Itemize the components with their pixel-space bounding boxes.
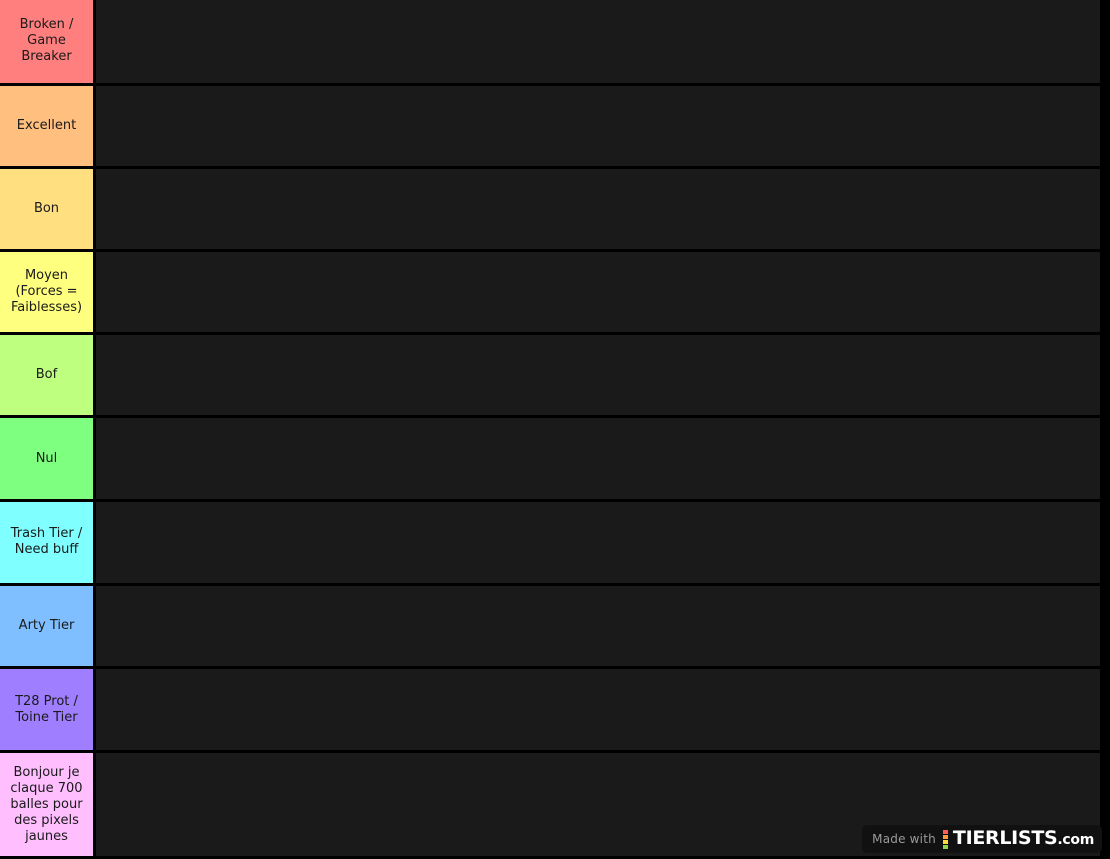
- watermark-brand-name: TIERLISTS: [952, 826, 1058, 849]
- tier-row: Arty Tier: [0, 585, 1100, 667]
- tier-items-dropzone-8[interactable]: [96, 669, 1100, 751]
- tier-row: Trash Tier / Need buff: [0, 502, 1100, 583]
- tier-items-dropzone-0[interactable]: [96, 0, 1100, 83]
- tier-row: T28 Prot / Toine Tier: [0, 669, 1100, 751]
- watermark-badge[interactable]: Made with TIERLISTS.com: [862, 825, 1102, 853]
- logo-square-0: [942, 829, 948, 834]
- logo-square-3: [942, 844, 948, 849]
- tier-label-7[interactable]: Arty Tier: [0, 585, 93, 667]
- tier-label-3[interactable]: Moyen (Forces = Faiblesses): [0, 251, 93, 332]
- tier-row: Nul: [0, 418, 1100, 499]
- logo-square-1: [942, 834, 948, 839]
- tier-label-5[interactable]: Nul: [0, 418, 93, 499]
- tier-row: Bon: [0, 169, 1100, 249]
- tier-items-dropzone-6[interactable]: [96, 502, 1100, 583]
- tier-items-dropzone-1[interactable]: [96, 85, 1100, 167]
- tier-label-2[interactable]: Bon: [0, 169, 93, 249]
- tier-list-container: Broken / Game Breaker Excellent Bon Moyen (…: [0, 0, 1110, 859]
- tier-label-4[interactable]: Bof: [0, 334, 93, 416]
- tier-label-1[interactable]: Excellent: [0, 85, 93, 167]
- tier-items-dropzone-7[interactable]: [96, 585, 1100, 667]
- tier-label-9[interactable]: Bonjour je claque 700 balles pour des pi…: [0, 753, 93, 857]
- tier-row: Broken / Game Breaker: [0, 0, 1100, 83]
- tier-row: Moyen (Forces = Faiblesses): [0, 251, 1100, 332]
- tier-row: Bof: [0, 334, 1100, 416]
- watermark-made-with-label: Made with: [872, 832, 936, 846]
- tier-label-0[interactable]: Broken / Game Breaker: [0, 0, 93, 83]
- tier-row: Excellent: [0, 85, 1100, 167]
- tier-label-6[interactable]: Trash Tier / Need buff: [0, 502, 93, 583]
- tier-items-dropzone-4[interactable]: [96, 334, 1100, 416]
- tier-items-dropzone-5[interactable]: [96, 418, 1100, 499]
- logo-square-2: [942, 839, 948, 844]
- tierlists-logo-icon: [942, 829, 948, 849]
- tier-items-dropzone-2[interactable]: [96, 169, 1100, 249]
- tier-label-8[interactable]: T28 Prot / Toine Tier: [0, 669, 93, 751]
- watermark-brand-suffix: .com: [1057, 831, 1094, 848]
- tier-items-dropzone-3[interactable]: [96, 251, 1100, 332]
- watermark-brand-label: TIERLISTS.com: [952, 826, 1094, 850]
